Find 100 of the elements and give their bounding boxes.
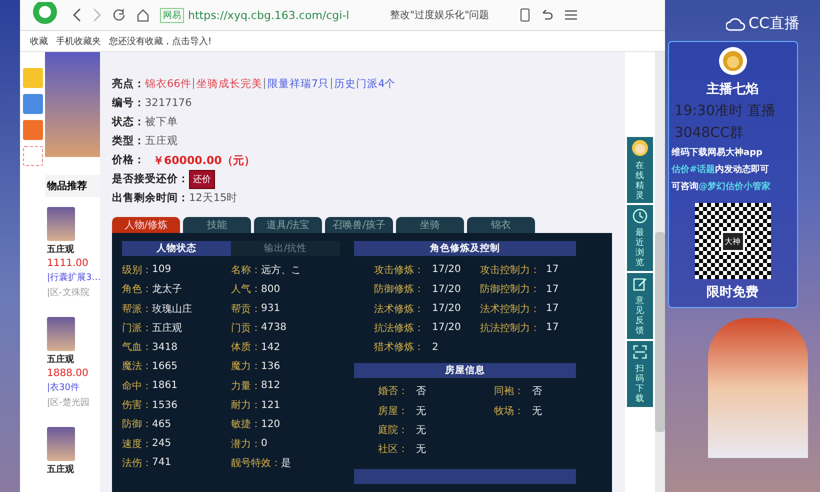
- scrollbar[interactable]: [655, 52, 665, 492]
- stat-value: 245: [152, 438, 172, 450]
- stat-label: 魔力：: [231, 360, 261, 374]
- stat-value: 1536: [152, 400, 178, 410]
- stat-value: 812: [261, 380, 280, 392]
- stat-label: 伤害：: [122, 398, 152, 412]
- item-name[interactable]: 五庄观: [47, 243, 100, 256]
- menu-icon[interactable]: [564, 9, 578, 21]
- bookmark-item[interactable]: 收藏: [30, 34, 48, 48]
- stat-label: 防御修炼：: [374, 282, 424, 296]
- promo-text: 可咨询@梦幻估价小管家: [670, 180, 770, 193]
- stat-label: 角色：: [122, 283, 152, 296]
- home-icon[interactable]: [136, 8, 150, 22]
- highlight-tag: 历史门派4个: [334, 76, 396, 91]
- item-name[interactable]: 五庄观: [47, 353, 100, 366]
- stat-value: 17: [546, 303, 559, 314]
- side-tool-button[interactable]: 最近浏览: [627, 205, 653, 271]
- sub-tab[interactable]: 人物状态: [122, 241, 231, 256]
- back-icon[interactable]: [72, 8, 82, 22]
- overlay-text: 19:30准时 直播: [674, 102, 776, 120]
- tab[interactable]: 召唤兽/孩子: [325, 216, 393, 234]
- avatar-icon: [631, 138, 649, 157]
- stat-label: 抗法控制力：: [480, 322, 540, 335]
- stat-value: 17/20: [432, 264, 461, 276]
- stat-value: 远方、こ: [261, 264, 301, 277]
- stat-value: 142: [261, 342, 280, 353]
- stat-label: 抗法修炼：: [374, 322, 424, 335]
- stat-value: 17/20: [432, 284, 461, 295]
- stat-value: 无: [416, 424, 426, 437]
- bookmark-item[interactable]: 手机收藏夹: [56, 34, 101, 48]
- stat-label: 防御控制力：: [480, 282, 540, 296]
- refresh-icon[interactable]: [112, 8, 126, 22]
- search-suggestion[interactable]: 整改"过度娱乐化"问题: [390, 8, 510, 22]
- field-label: 出售剩余时间：: [112, 191, 189, 206]
- phone-icon[interactable]: [520, 8, 530, 22]
- stat-label: 体质：: [231, 340, 261, 354]
- highlight-tag: 坐骑成长完美: [196, 76, 262, 91]
- tab[interactable]: 人物/修炼: [112, 216, 180, 234]
- field-value: 被下单: [145, 114, 178, 129]
- stat-label: 命中：: [122, 380, 152, 393]
- tab[interactable]: 坐骑: [396, 216, 464, 234]
- scan-icon: [632, 344, 648, 360]
- qr-label: 大神: [720, 230, 744, 252]
- stat-label: 防御：: [122, 418, 152, 432]
- item-price: 1111.00: [47, 258, 90, 269]
- tab[interactable]: 技能: [183, 216, 251, 234]
- stat-value: 1861: [152, 380, 178, 392]
- section-header: 角色修炼及控制: [354, 241, 576, 256]
- stat-value: 109: [152, 264, 172, 276]
- highlight-tag: 锦衣66件: [145, 76, 192, 91]
- side-tool-button[interactable]: 在线精灵: [627, 137, 653, 203]
- item-thumbnail[interactable]: [47, 317, 75, 351]
- item-thumbnail[interactable]: [47, 207, 75, 241]
- highlight-tag: 限量祥瑞7只: [267, 76, 330, 91]
- stat-label: 人气：: [231, 283, 261, 296]
- clock-icon: [632, 208, 648, 224]
- item-description: |行囊扩展3…: [47, 272, 100, 284]
- address-bar[interactable]: 网易 https://xyq.cbg.163.com/cgi-l: [160, 8, 380, 22]
- side-tool-button[interactable]: 意见反馈: [627, 273, 653, 339]
- stat-label: 法术修炼：: [374, 302, 424, 316]
- stat-label: 攻击修炼：: [374, 264, 424, 277]
- stat-label: 潜力：: [231, 438, 261, 451]
- field-value: 3217176: [145, 96, 192, 109]
- stat-value: 800: [261, 284, 280, 295]
- undo-icon[interactable]: [540, 8, 554, 22]
- field-label: 类型：: [112, 134, 145, 148]
- bookmark-item[interactable]: 您还没有收藏，点击导入!: [109, 34, 212, 48]
- stat-value: 17: [546, 322, 559, 334]
- tab[interactable]: 锦衣: [467, 216, 535, 234]
- stat-label: 门贡：: [231, 322, 261, 335]
- stat-value: 龙太子: [152, 282, 182, 296]
- promo-headline: 限时免费: [706, 284, 758, 301]
- overlay-text: 3048CC群: [674, 124, 744, 142]
- stat-label: 耐力：: [231, 398, 261, 412]
- stat-label: 门派：: [122, 322, 152, 335]
- stat-label: 房屋：: [378, 404, 408, 418]
- section-header: 房屋信息: [354, 362, 576, 378]
- host-name: 主播七焰: [706, 80, 758, 98]
- forward-icon[interactable]: [92, 8, 102, 22]
- stat-value: 17: [546, 284, 559, 295]
- item-description: |衣30件: [47, 382, 80, 394]
- stat-label: 级别：: [122, 264, 152, 277]
- tab[interactable]: 道具/法宝: [254, 216, 322, 234]
- counter-offer-button[interactable]: 还价: [189, 170, 215, 189]
- item-server: |区-文殊院: [47, 286, 90, 299]
- item-server: |区-楚光园: [47, 396, 90, 409]
- sub-tab[interactable]: 输出/抗性: [231, 241, 340, 256]
- stat-label: 帮派：: [122, 302, 152, 316]
- stat-value: 120: [261, 418, 280, 430]
- stat-label: 帮贡：: [231, 302, 261, 316]
- item-name[interactable]: 五庄观: [47, 463, 100, 476]
- stat-label: 靓号特效：: [231, 456, 281, 470]
- stat-value: 1665: [152, 360, 178, 372]
- stream-logo: CC直播: [748, 14, 800, 33]
- stat-label: 同袍：: [494, 384, 524, 398]
- cloud-logo-icon: [726, 16, 746, 30]
- stat-value: 无: [416, 404, 426, 418]
- item-thumbnail[interactable]: [47, 427, 75, 461]
- edit-icon: [632, 276, 648, 292]
- side-tool-button[interactable]: 扫码下载: [627, 341, 653, 407]
